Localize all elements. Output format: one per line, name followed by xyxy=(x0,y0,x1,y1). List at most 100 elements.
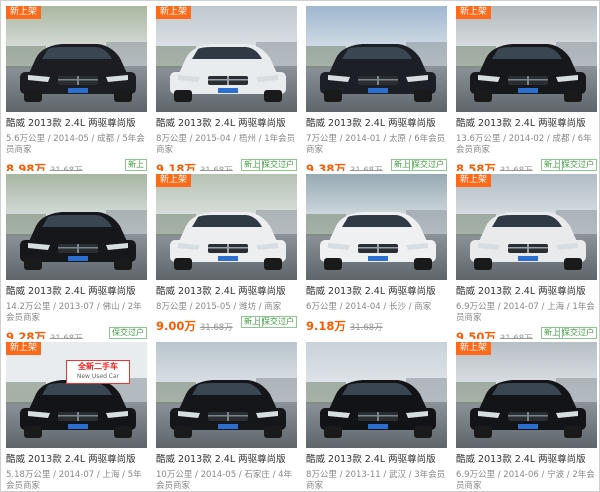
car-price: 9.50万 xyxy=(456,330,496,339)
price-row: 9.28万 31.68万 保交过户 xyxy=(6,326,147,339)
car-title[interactable]: 酷威 2013款 2.4L 两驱尊尚版 xyxy=(456,454,597,466)
price-row: 9.50万 31.68万 新上 保交过户 xyxy=(456,326,597,339)
car-photo-illustration xyxy=(306,6,447,112)
car-photo-illustration xyxy=(306,342,447,448)
car-title[interactable]: 酷威 2013款 2.4L 两驱尊尚版 xyxy=(456,286,597,298)
car-title[interactable]: 酷威 2013款 2.4L 两驱尊尚版 xyxy=(306,454,447,466)
car-listing-card[interactable]: 酷威 2013款 2.4L 两驱尊尚版 7万公里 / 2014-01 / 太原 /… xyxy=(306,6,447,171)
dealer-sign-title: 全新二手车 xyxy=(78,362,118,371)
original-price: 31.68万 xyxy=(499,166,533,171)
original-price: 31.68万 xyxy=(349,323,383,333)
car-title[interactable]: 酷威 2013款 2.4L 两驱尊尚版 xyxy=(156,286,297,298)
car-listing-card[interactable]: 新上架酷威 2013款 2.4L 两驱尊尚版 6.9万公里 / 2014-06 /… xyxy=(456,342,597,492)
car-meta: 8万公里 / 2015-05 / 潍坊 / 商家 xyxy=(156,302,282,312)
car-listing-card[interactable]: 新上架酷威 2013款 2.4L 两驱尊尚版 8万公里 / 2015-05 / 潍… xyxy=(156,174,297,339)
service-badge: 保交过户 xyxy=(109,327,147,339)
car-meta: 8万公里 / 2013-11 / 武汉 / 3年会员商家 xyxy=(306,470,446,491)
car-photo[interactable]: 新上架 xyxy=(456,6,597,112)
service-badge: 保交过户 xyxy=(559,327,597,339)
car-meta: 6.9万公里 / 2014-06 / 宁波 / 2年会员商家 xyxy=(456,470,595,491)
car-photo-illustration xyxy=(156,342,297,448)
car-photo[interactable] xyxy=(6,174,147,280)
car-listing-card[interactable]: 酷威 2013款 2.4L 两驱尊尚版 10万公里 / 2014-05 / 石家庄… xyxy=(156,342,297,492)
original-price: 31.68万 xyxy=(49,166,83,171)
car-listing-card[interactable]: 酷威 2013款 2.4L 两驱尊尚版 8万公里 / 2013-11 / 武汉 /… xyxy=(306,342,447,492)
new-listing-tag: 新上架 xyxy=(456,174,492,187)
car-photo[interactable] xyxy=(306,342,447,448)
car-price: 9.18万 xyxy=(156,162,196,171)
service-badge: 保交过户 xyxy=(259,316,297,328)
service-badge: 保交过户 xyxy=(409,159,447,171)
new-listing-tag: 新上架 xyxy=(456,342,492,355)
car-listing-card[interactable]: 新上架酷威 2013款 2.4L 两驱尊尚版 8万公里 / 2015-04 / 梧… xyxy=(156,6,297,171)
car-photo-illustration xyxy=(6,174,147,280)
dealer-sign: 全新二手车 New Used Car xyxy=(66,360,130,384)
car-photo[interactable]: 新上架 xyxy=(156,6,297,112)
car-listing-card[interactable]: 酷威 2013款 2.4L 两驱尊尚版 6万公里 / 2014-04 / 长沙 /… xyxy=(306,174,447,339)
car-meta: 7万公里 / 2014-01 / 太原 / 6年会员商家 xyxy=(306,134,446,155)
car-photo-illustration xyxy=(6,6,147,112)
service-badge: 保交过户 xyxy=(259,159,297,171)
car-photo[interactable] xyxy=(306,174,447,280)
car-photo-illustration xyxy=(456,6,597,112)
car-title[interactable]: 酷威 2013款 2.4L 两驱尊尚版 xyxy=(156,118,297,130)
car-photo[interactable]: 全新二手车 New Used Car 新上架 xyxy=(6,342,147,448)
new-listing-tag: 新上架 xyxy=(456,6,492,19)
car-photo[interactable]: 新上架 xyxy=(6,6,147,112)
car-meta: 6万公里 / 2014-04 / 长沙 / 商家 xyxy=(306,302,432,312)
price-row: 9.38万 31.68万 新上 保交过户 xyxy=(306,158,447,171)
listing-frame: 新上架 酷威 2013款 2.4L 两驱尊尚版 5.6万公里 / 2014-05 /… xyxy=(0,0,600,492)
car-price: 9.28万 xyxy=(6,330,46,339)
car-listing-card[interactable]: 新上架酷威 2013款 2.4L 两驱尊尚版 13.6万公里 / 2014-02 … xyxy=(456,6,597,171)
car-price: 9.00万 xyxy=(156,319,196,333)
car-title[interactable]: 酷威 2013款 2.4L 两驱尊尚版 xyxy=(6,286,147,298)
car-photo[interactable]: 新上架 xyxy=(456,174,597,280)
car-meta: 5.6万公里 / 2014-05 / 成都 / 5年会员商家 xyxy=(6,134,145,155)
car-photo-illustration xyxy=(306,174,447,280)
car-photo-illustration xyxy=(156,6,297,112)
new-listing-tag: 新上架 xyxy=(156,174,192,187)
car-title[interactable]: 酷威 2013款 2.4L 两驱尊尚版 xyxy=(306,118,447,130)
car-title[interactable]: 酷威 2013款 2.4L 两驱尊尚版 xyxy=(156,454,297,466)
original-price: 31.68万 xyxy=(349,166,383,171)
car-listing-card[interactable]: 新上架酷威 2013款 2.4L 两驱尊尚版 5.6万公里 / 2014-05 /… xyxy=(6,6,147,171)
original-price: 31.68万 xyxy=(499,334,533,339)
car-listing-card[interactable]: 新上架酷威 2013款 2.4L 两驱尊尚版 6.9万公里 / 2014-07 /… xyxy=(456,174,597,339)
price-row: 9.18万 31.68万 新上 保交过户 xyxy=(156,158,297,171)
car-title[interactable]: 酷威 2013款 2.4L 两驱尊尚版 xyxy=(6,118,147,130)
car-photo[interactable]: 新上架 xyxy=(156,174,297,280)
original-price: 31.68万 xyxy=(199,323,233,333)
service-badge: 保交过户 xyxy=(559,159,597,171)
car-photo[interactable]: 新上架 xyxy=(456,342,597,448)
new-listing-tag: 新上架 xyxy=(6,6,42,19)
car-listing-card[interactable]: 全新二手车 New Used Car 新上架 酷威 2013款 2.4L 两驱尊尚版 5… xyxy=(6,342,147,492)
car-meta: 8万公里 / 2015-04 / 梧州 / 1年会员商家 xyxy=(156,134,296,155)
car-listing-card[interactable]: 酷威 2013款 2.4L 两驱尊尚版 14.2万公里 / 2013-07 / 佛… xyxy=(6,174,147,339)
car-photo-illustration xyxy=(6,342,147,448)
car-price: 8.98万 xyxy=(6,162,46,171)
car-photo[interactable] xyxy=(156,342,297,448)
price-row: 8.98万 31.68万 新上 xyxy=(6,158,147,171)
car-price: 8.58万 xyxy=(456,162,496,171)
dealer-sign-subtitle: New Used Car xyxy=(76,373,120,380)
car-title[interactable]: 酷威 2013款 2.4L 两驱尊尚版 xyxy=(6,454,147,466)
car-price: 9.38万 xyxy=(306,162,346,171)
new-listing-tag: 新上架 xyxy=(156,6,192,19)
car-title[interactable]: 酷威 2013款 2.4L 两驱尊尚版 xyxy=(456,118,597,130)
car-title[interactable]: 酷威 2013款 2.4L 两驱尊尚版 xyxy=(306,286,447,298)
car-meta: 13.6万公里 / 2014-02 / 成都 / 6年会员商家 xyxy=(456,134,592,155)
car-meta: 10万公里 / 2014-05 / 石家庄 / 4年会员商家 xyxy=(156,470,293,491)
original-price: 31.68万 xyxy=(49,334,83,339)
car-meta: 14.2万公里 / 2013-07 / 佛山 / 2年会员商家 xyxy=(6,302,142,323)
car-price: 9.18万 xyxy=(306,319,346,333)
original-price: 31.68万 xyxy=(199,166,233,171)
car-meta: 6.9万公里 / 2014-07 / 上海 / 1年会员商家 xyxy=(456,302,595,323)
price-row: 9.18万 31.68万 xyxy=(306,315,447,333)
car-photo-illustration xyxy=(456,174,597,280)
price-row: 8.58万 31.68万 新上 保交过户 xyxy=(456,158,597,171)
service-badge: 新上 xyxy=(125,159,147,171)
car-meta: 5.18万公里 / 2014-07 / 上海 / 5年会员商家 xyxy=(6,470,142,491)
car-photo[interactable] xyxy=(306,6,447,112)
car-photo-illustration xyxy=(456,342,597,448)
car-photo-illustration xyxy=(156,174,297,280)
